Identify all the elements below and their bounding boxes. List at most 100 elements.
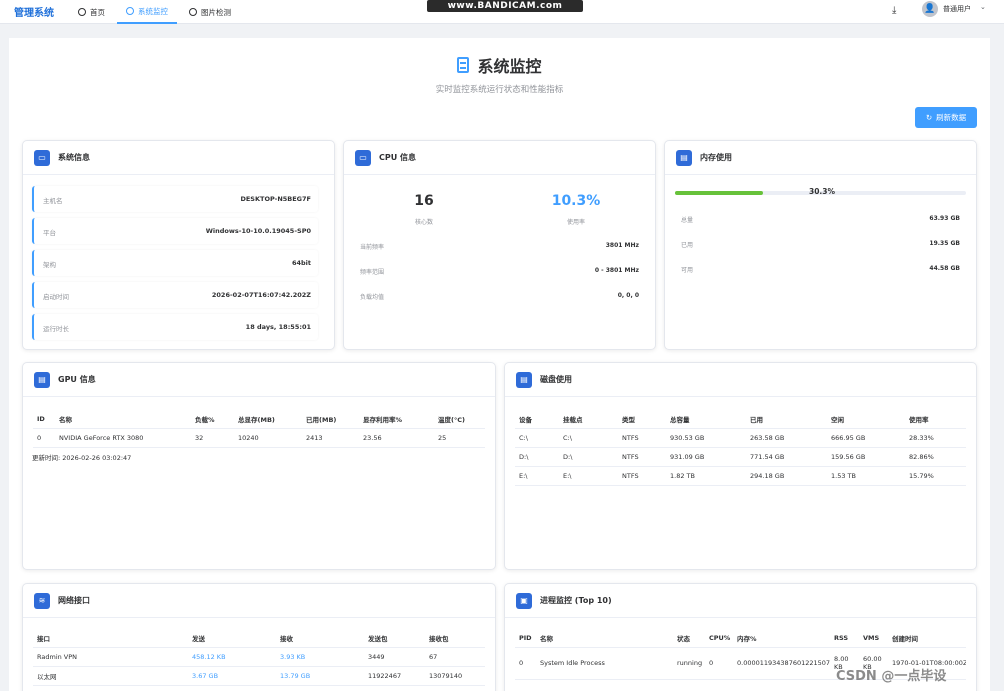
info-row-hostname: 主机名 DESKTOP-N5BEG7F (32, 186, 318, 212)
tab-home[interactable]: 首页 (78, 0, 105, 24)
card-title: CPU 信息 (379, 153, 417, 162)
table-cell: 13.79 GB (276, 666, 364, 686)
info-row-boot-time: 启动时间 2026-02-07T16:07:42.202Z (32, 282, 318, 308)
table-cell: 32 (191, 428, 234, 448)
server-icon (457, 57, 470, 73)
table-cell: 0 (705, 647, 733, 680)
info-row-arch: 架构 64bit (32, 250, 318, 276)
brand-logo[interactable]: 管理系统 (14, 4, 54, 19)
cpu-info-card: ▭ CPU 信息 16 核心数 10.3% 使用率 当前频率 3801 MHz … (343, 140, 656, 350)
table-cell: E:\ (515, 466, 559, 486)
network-table-wrap: 接口 发送 接收 发送包 接收包 Radmin VPN 458.12 KB 3.… (33, 629, 485, 686)
kv-label: 总量 (681, 217, 694, 224)
mem-available-row: 可用 44.58 GB (681, 265, 960, 277)
main-panel: 系统监控 实时监控系统运行状态和性能指标 ↻ 刷新数据 ▭ 系统信息 主机名 D… (9, 38, 990, 691)
table-cell: 3449 (364, 647, 425, 667)
tab-system-monitor-label: 系统监控 (138, 6, 168, 16)
table-cell: 3.93 KB (276, 647, 364, 667)
table-cell: 0 (33, 428, 55, 448)
table-cell: NVIDIA GeForce RTX 3080 (55, 428, 191, 448)
column-header: 已用 (746, 410, 827, 429)
info-value: 64bit (291, 259, 311, 267)
table-row: E:\ E:\ NTFS 1.82 TB 294.18 GB 1.53 TB 1… (515, 466, 966, 486)
table-row: 0 NVIDIA GeForce RTX 3080 32 10240 2413 … (33, 428, 485, 448)
table-cell: 3.67 GB (188, 666, 276, 686)
chevron-down-icon[interactable]: ⌄ (980, 3, 986, 11)
kv-label: 频率范围 (360, 269, 385, 276)
info-value: 18 days, 18:55:01 (245, 323, 311, 331)
cpu-cores-label: 核心数 (414, 219, 433, 226)
table-cell: 159.56 GB (827, 447, 905, 467)
username[interactable]: 普通用户 (943, 4, 971, 14)
card-header: ▭ 系统信息 (23, 141, 334, 175)
table-cell: D:\ (515, 447, 559, 467)
table-cell: 23.56 (359, 428, 434, 448)
card-title: 磁盘使用 (540, 375, 572, 384)
table-cell: 930.53 GB (666, 428, 746, 448)
table-cell: 10240 (234, 428, 302, 448)
column-header: CPU% (705, 629, 733, 648)
table-cell: 15.79% (905, 466, 966, 486)
column-header: 接收包 (425, 629, 485, 648)
table-cell: NTFS (618, 428, 666, 448)
network-card: ≋ 网络接口 接口 发送 接收 发送包 接收包 Radmin VPN 458.1… (22, 583, 496, 691)
table-cell: 458.12 KB (188, 647, 276, 667)
card-title: GPU 信息 (58, 375, 96, 384)
avatar[interactable]: 👤 (922, 1, 938, 17)
tab-image-detect[interactable]: 图片检测 (189, 0, 231, 24)
table-cell: System Idle Process (536, 647, 673, 680)
cpu-freq-range-row: 频率范围 0 - 3801 MHz (360, 267, 639, 279)
kv-label: 负载均值 (360, 294, 385, 301)
table-cell: running (673, 647, 705, 680)
card-title: 进程监控 (Top 10) (540, 596, 612, 605)
cpu-load-row: 负载均值 0, 0, 0 (360, 292, 639, 304)
system-info-card: ▭ 系统信息 主机名 DESKTOP-N5BEG7F 平台 Windows-10… (22, 140, 335, 350)
card-header: ▭ CPU 信息 (344, 141, 655, 175)
card-title: 内存使用 (700, 153, 732, 162)
picture-icon (189, 8, 197, 16)
memory-progress-fill (675, 191, 764, 195)
memory-card: ▤ 内存使用 30.3% 总量 63.93 GB 已用 19.35 GB 可用 … (664, 140, 977, 350)
table-cell: 2413 (302, 428, 359, 448)
page-subtitle: 实时监控系统运行状态和性能指标 (435, 85, 564, 95)
mem-used-row: 已用 19.35 GB (681, 240, 960, 252)
card-title: 系统信息 (58, 153, 90, 162)
refresh-button[interactable]: ↻ 刷新数据 (915, 107, 977, 128)
info-label: 运行时长 (43, 325, 69, 333)
card-header: ≋ 网络接口 (23, 584, 495, 618)
column-header: 接口 (33, 629, 188, 648)
card-title: 网络接口 (58, 596, 90, 605)
table-cell: D:\ (559, 447, 618, 467)
table-cell: C:\ (515, 428, 559, 448)
tab-system-monitor[interactable]: 系统监控 (117, 0, 177, 24)
wifi-icon: ≋ (34, 592, 50, 609)
table-cell: NTFS (618, 466, 666, 486)
card-header: ▤ 内存使用 (665, 141, 976, 175)
disk-card: ▤ 磁盘使用 设备 挂载点 类型 总容量 已用 空闲 使用率 C:\ C:\ N… (504, 362, 977, 570)
column-header: 接收 (276, 629, 364, 648)
gpu-table-wrap: ID 名称 负载% 总显存(MB) 已用(MB) 显存利用率% 温度(°C) 0… (33, 410, 485, 448)
home-icon (78, 8, 86, 16)
cpu-usage-value: 10.3% (551, 193, 601, 209)
table-cell: 25 (434, 428, 485, 448)
table-cell: 1.53 TB (827, 466, 905, 486)
column-header: 显存利用率% (359, 410, 434, 429)
table-cell: E:\ (559, 466, 618, 486)
kv-value: 63.93 GB (929, 215, 960, 222)
gpu-updated-time: 更新时间: 2026-02-26 03:02:47 (32, 454, 132, 462)
download-icon[interactable]: ⤓ (892, 5, 896, 16)
disk-icon: ▤ (516, 371, 532, 388)
memory-percent: 30.3% (809, 187, 836, 196)
table-cell: 294.18 GB (746, 466, 827, 486)
top-navbar: 管理系统 首页 系统监控 图片检测 www.BANDICAM.com ⤓ 👤 普… (0, 0, 1004, 24)
info-row-uptime: 运行时长 18 days, 18:55:01 (32, 314, 318, 340)
card-header: ▣ 进程监控 (Top 10) (505, 584, 976, 618)
table-cell: 28.33% (905, 428, 966, 448)
column-header: 内存% (733, 629, 830, 648)
kv-value: 0 - 3801 MHz (594, 267, 639, 274)
table-row: D:\ D:\ NTFS 931.09 GB 771.54 GB 159.56 … (515, 447, 966, 467)
kv-label: 当前频率 (360, 244, 385, 251)
info-value: 2026-02-07T16:07:42.202Z (211, 291, 311, 299)
table-row: 以太网 3.67 GB 13.79 GB 11922467 13079140 (33, 666, 485, 686)
memory-icon: ▤ (676, 149, 692, 166)
